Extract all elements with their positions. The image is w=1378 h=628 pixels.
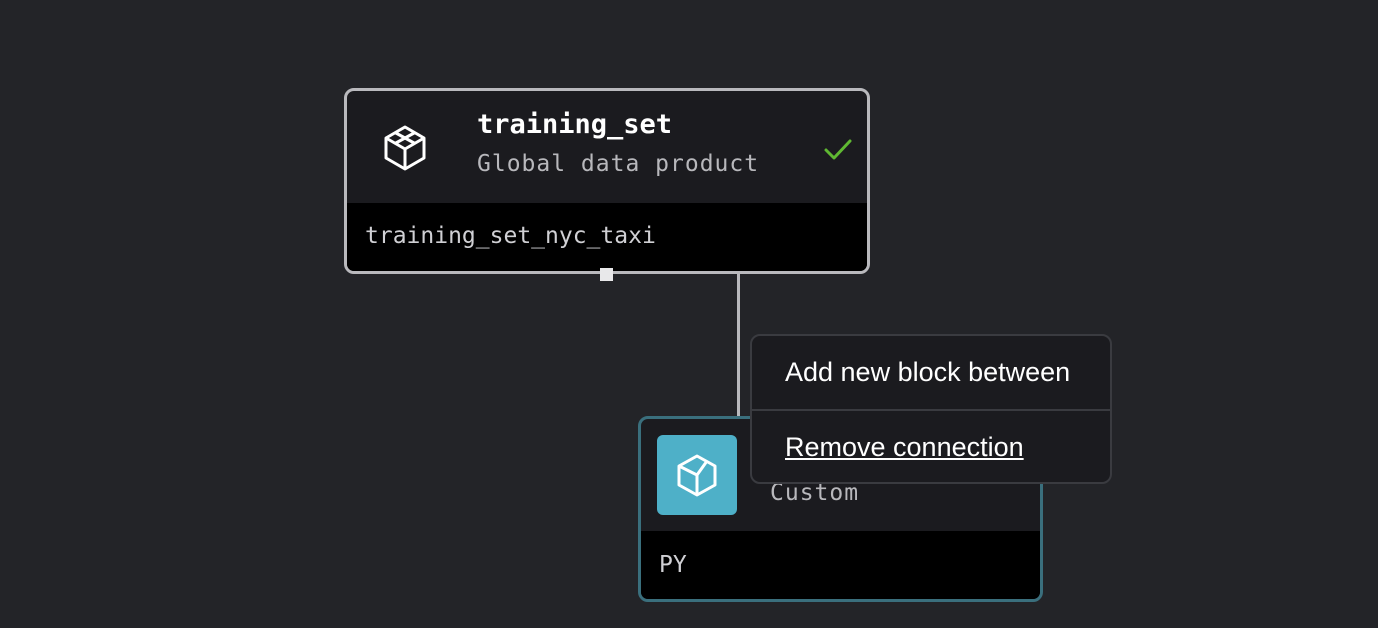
add-block-between-menu-item[interactable]: Add new block between [752, 336, 1110, 408]
remove-connection-menu-item[interactable]: Remove connection [752, 411, 1110, 483]
block-training-set[interactable]: training_set Global data product trainin… [344, 88, 870, 274]
block-title: training_set [477, 109, 673, 140]
block-subtitle: Global data product [477, 151, 760, 177]
block-type-badge [657, 435, 737, 515]
pipeline-canvas[interactable]: training_set Global data product trainin… [0, 0, 1378, 628]
cube-outline-icon [381, 124, 429, 172]
block-footer: PY [641, 531, 1040, 599]
output-port-handle[interactable] [600, 268, 613, 281]
connection-line[interactable] [737, 274, 740, 416]
custom-block-icon [677, 454, 717, 497]
block-footer: training_set_nyc_taxi [347, 203, 867, 271]
connection-context-menu: Add new block between Remove connection [750, 334, 1112, 484]
check-icon [823, 135, 853, 165]
block-header: training_set Global data product [347, 91, 867, 206]
